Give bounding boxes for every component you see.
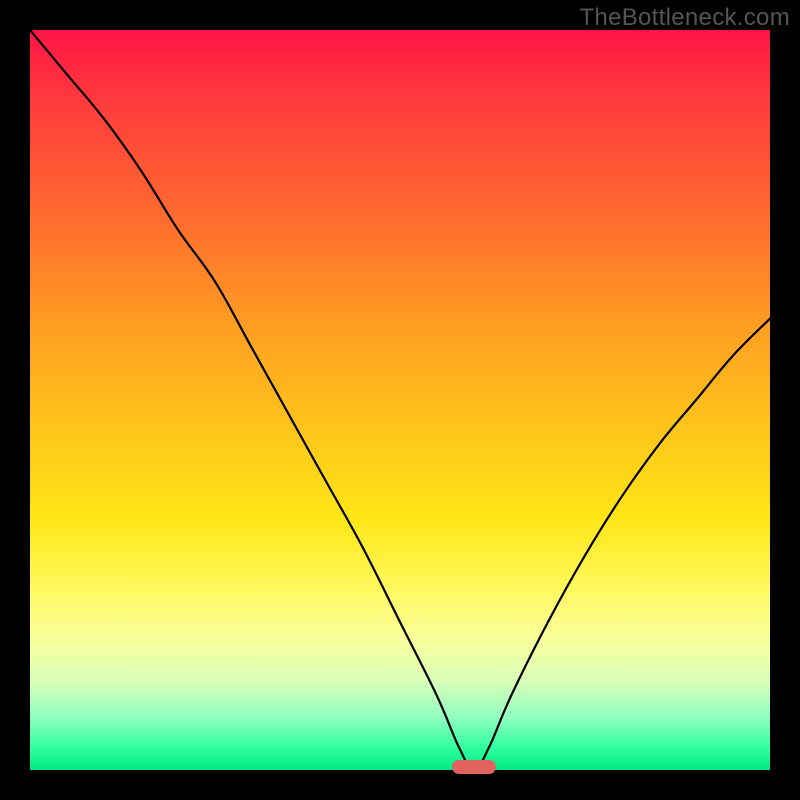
watermark-text: TheBottleneck.com: [579, 4, 790, 32]
optimal-marker: [452, 760, 496, 774]
bottleneck-curve: [30, 30, 770, 770]
chart-container: TheBottleneck.com: [0, 0, 800, 800]
plot-area: [30, 30, 770, 770]
curve-path: [30, 30, 770, 770]
